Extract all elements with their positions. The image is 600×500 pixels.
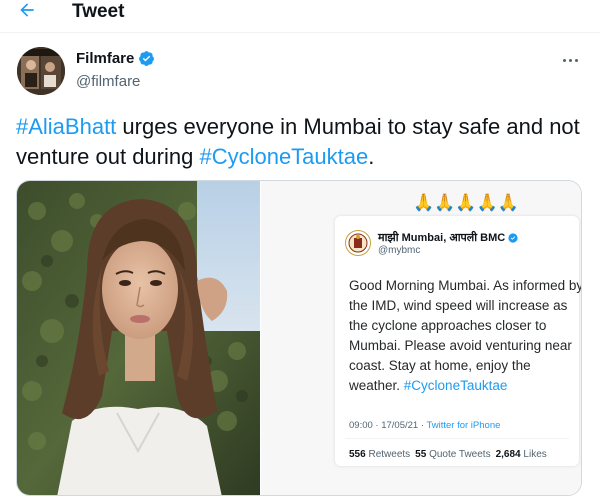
avatar[interactable]: [17, 47, 65, 95]
back-button[interactable]: [16, 0, 44, 24]
arrow-left-icon: [20, 3, 34, 17]
retweet-stat: 556 Retweets: [349, 449, 411, 460]
embedded-timestamp: 09:00 · 17/05/21 · Twitter for iPhone: [349, 420, 500, 431]
hashtag-link[interactable]: #AliaBhatt: [16, 114, 116, 139]
embedded-display-name: माझी Mumbai, आपली BMC: [378, 232, 506, 244]
verified-badge-icon: [508, 232, 518, 243]
tweet-header: Tweet: [0, 0, 600, 26]
more-options-button[interactable]: [556, 52, 584, 68]
author-handle[interactable]: @filmfare: [76, 73, 140, 90]
embedded-source: Twitter for iPhone: [426, 420, 501, 431]
tweet-media[interactable]: 🙏🙏🙏🙏🙏 माझी Mumbai, आपली BMC @mybmc Good …: [16, 180, 582, 496]
likes-stat: 2,684 Likes: [495, 449, 547, 460]
embedded-stats: 556 Retweets 55 Quote Tweets 2,684 Likes: [349, 449, 547, 460]
embedded-time: 09:00 · 17/05/21 ·: [349, 420, 427, 431]
embedded-divider: [345, 438, 569, 439]
embedded-name-row: माझी Mumbai, आपली BMC: [378, 230, 518, 245]
embedded-handle: @mybmc: [378, 245, 421, 256]
avatar-image: [17, 47, 65, 95]
verified-badge-icon: [139, 51, 155, 66]
bmc-logo-icon: [345, 230, 371, 256]
author-display-name[interactable]: Filmfare: [76, 50, 134, 67]
embedded-tweet-card: माझी Mumbai, आपली BMC @mybmc Good Mornin…: [335, 216, 582, 466]
quote-stat: 55 Quote Tweets: [415, 449, 491, 460]
tweet-text: #AliaBhatt urges everyone in Mumbai to s…: [16, 112, 586, 172]
page-title: Tweet: [72, 1, 125, 22]
media-photo-screenshot[interactable]: 🙏🙏🙏🙏🙏 माझी Mumbai, आपली BMC @mybmc Good …: [261, 181, 582, 495]
media-photo-portrait[interactable]: [17, 181, 260, 495]
tweet-text-part: .: [368, 144, 375, 169]
emoji-row: 🙏🙏🙏🙏🙏: [413, 193, 519, 212]
header-divider: [0, 32, 600, 33]
embedded-hashtag: #CycloneTauktae: [403, 378, 508, 393]
author-name-row: Filmfare: [76, 50, 155, 67]
embedded-text-body: Good Morning Mumbai. As informed by the …: [349, 278, 582, 393]
hashtag-link[interactable]: #CycloneTauktae: [199, 144, 368, 169]
embedded-tweet-text: Good Morning Mumbai. As informed by the …: [349, 276, 582, 396]
portrait-image: [17, 181, 260, 495]
more-horizontal-icon: [562, 58, 566, 62]
